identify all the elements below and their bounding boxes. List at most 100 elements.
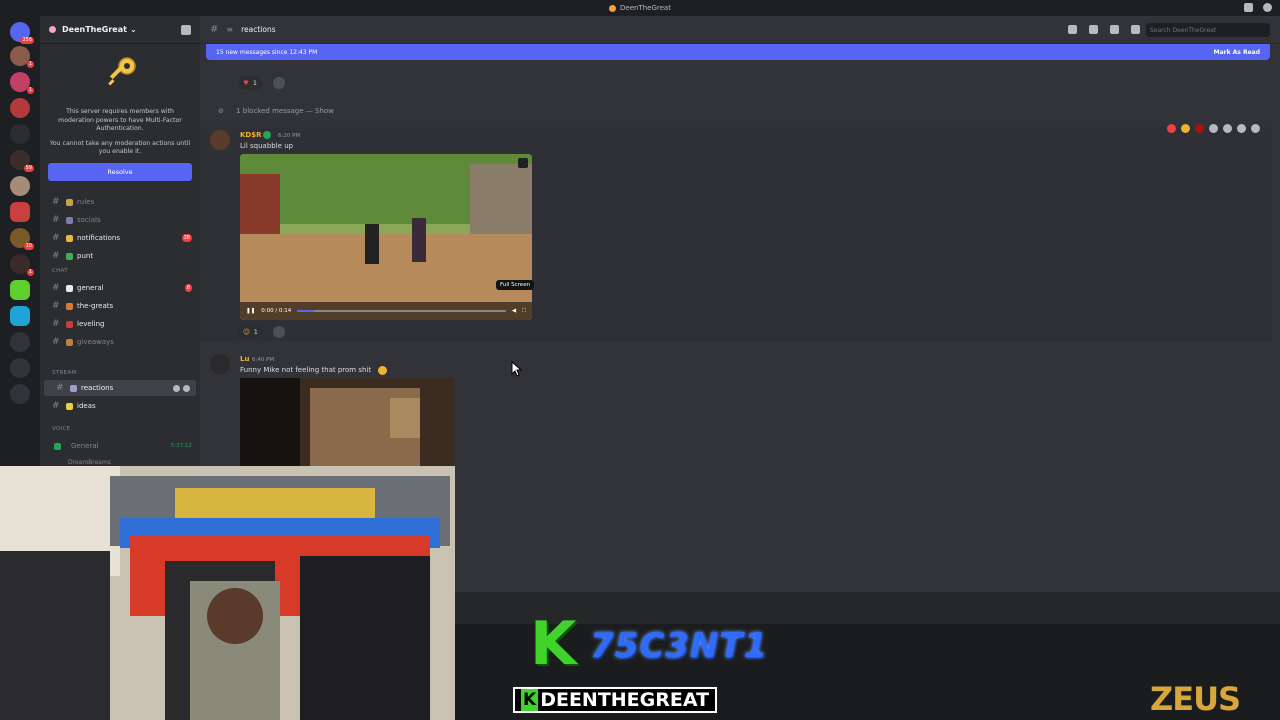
threads-icon[interactable] xyxy=(1068,25,1077,34)
webcam-frame xyxy=(0,466,455,720)
mfa-requirement-text: This server requires members with modera… xyxy=(58,108,182,133)
bell-icon[interactable] xyxy=(181,24,191,35)
hash-icon: # xyxy=(52,319,60,329)
reply-icon[interactable] xyxy=(1223,124,1232,133)
server-icon[interactable] xyxy=(10,124,30,144)
avatar[interactable] xyxy=(210,130,230,150)
new-messages-text: 15 new messages since 12:43 PM xyxy=(216,48,318,56)
channel-notifications[interactable]: # notifications 38 xyxy=(40,230,200,246)
channel-rules[interactable]: # rules xyxy=(40,194,200,210)
voice-duration: 5:37:12 xyxy=(170,443,192,449)
author-name[interactable]: KD$R xyxy=(240,131,262,139)
server-badge: 1 xyxy=(26,61,34,68)
server-badge: 1 xyxy=(26,269,34,276)
download-icon[interactable] xyxy=(518,158,528,168)
blocked-text: 1 blocked message — xyxy=(236,107,313,115)
window-titlebar: DeenTheGreat xyxy=(0,0,1280,16)
help-icon[interactable] xyxy=(1263,3,1272,12)
pin-icon[interactable] xyxy=(1110,25,1119,34)
money-icon xyxy=(66,252,73,260)
inbox-icon[interactable] xyxy=(1244,3,1253,12)
home-icon[interactable]: 256 xyxy=(10,22,34,44)
forward-icon[interactable] xyxy=(1237,124,1246,133)
channel-punt[interactable]: # punt xyxy=(40,248,200,264)
channel-label: punt xyxy=(77,252,94,260)
notification-settings-icon[interactable] xyxy=(1089,25,1098,34)
pause-icon[interactable]: ❚❚ xyxy=(246,308,255,314)
author-name[interactable]: Lu xyxy=(240,355,249,363)
video-player[interactable]: ❚❚ 0:00 / 0:14 ◀ ⛶ xyxy=(240,154,532,320)
channel-label: General xyxy=(71,442,99,450)
search-input[interactable] xyxy=(1146,23,1270,37)
app-icon xyxy=(609,4,617,12)
channel-the-greats[interactable]: # the-greats xyxy=(40,298,200,314)
threads-icon: ≡ xyxy=(226,25,234,34)
volume-icon[interactable]: ◀ xyxy=(512,308,516,314)
members-icon[interactable] xyxy=(1131,25,1140,34)
server-badge: 256 xyxy=(20,37,34,44)
channel-label: reactions xyxy=(81,384,114,392)
channel-sidebar: DeenTheGreat ⌄ This server requires memb… xyxy=(40,16,200,466)
channel-giveaways[interactable]: # giveaways xyxy=(40,334,200,350)
heart-icon[interactable] xyxy=(1167,124,1176,133)
mfa-restriction-text: You cannot take any moderation actions u… xyxy=(49,139,191,156)
channel-socials[interactable]: # socials xyxy=(40,212,200,228)
channel-label: giveaways xyxy=(77,338,114,346)
channel-label: leveling xyxy=(77,320,105,328)
laugh-reaction[interactable]: ☺ 1 xyxy=(238,325,263,339)
category-chat[interactable]: CHAT xyxy=(52,268,68,274)
add-member-icon[interactable] xyxy=(173,384,180,392)
add-reaction-icon[interactable] xyxy=(273,326,285,338)
channel-label: ideas xyxy=(77,402,96,410)
video-progress[interactable] xyxy=(297,310,506,312)
server-icon[interactable] xyxy=(10,280,30,300)
server-icon[interactable] xyxy=(10,176,30,196)
hash-icon: # xyxy=(52,337,60,347)
server-icon[interactable] xyxy=(10,306,30,326)
settings-icon[interactable] xyxy=(183,384,190,392)
message-text: Funny Mike not feeling that prom shit xyxy=(240,366,372,374)
mouse-cursor-icon xyxy=(511,361,523,377)
channel-general[interactable]: # general 8 xyxy=(40,280,200,296)
avatar[interactable] xyxy=(210,354,230,374)
server-icon[interactable]: 59 xyxy=(10,150,34,172)
channel-reactions[interactable]: # reactions xyxy=(44,380,196,396)
header-tools xyxy=(1068,25,1140,34)
mark-as-read-button[interactable]: Mark As Read xyxy=(1214,49,1260,56)
gift-icon xyxy=(66,338,73,346)
server-icon[interactable] xyxy=(10,98,30,118)
resolve-button[interactable]: Resolve xyxy=(48,162,192,181)
channel-header: # ≡ reactions xyxy=(200,16,1280,44)
voice-channel-general[interactable]: General 5:37:12 xyxy=(40,438,200,454)
add-server-icon[interactable] xyxy=(10,332,30,352)
server-icon[interactable]: 10 xyxy=(10,228,34,250)
k-logo: K xyxy=(530,609,577,679)
image-attachment[interactable] xyxy=(240,378,454,468)
more-icon[interactable] xyxy=(1251,124,1260,133)
add-reaction-icon[interactable] xyxy=(273,77,285,89)
hash-icon: # xyxy=(52,301,60,311)
server-icon[interactable]: 1 xyxy=(10,254,34,276)
add-reaction-icon[interactable] xyxy=(1209,124,1218,133)
heart-reaction[interactable]: ♥ 1 xyxy=(238,76,262,90)
channel-label: the-greats xyxy=(77,302,114,310)
heart-icon: ♥ xyxy=(243,79,249,87)
explore-icon[interactable] xyxy=(10,358,30,378)
heart-broken-icon[interactable] xyxy=(1195,124,1204,133)
download-icon[interactable] xyxy=(10,384,30,404)
channel-ideas[interactable]: # ideas xyxy=(40,398,200,414)
fullscreen-icon[interactable]: ⛶ xyxy=(522,308,526,315)
guild-header[interactable]: DeenTheGreat ⌄ xyxy=(40,16,200,44)
server-icon[interactable]: 1 xyxy=(10,46,34,68)
laugh-icon[interactable] xyxy=(1181,124,1190,133)
show-blocked-link[interactable]: Show xyxy=(315,107,334,115)
channel-label: rules xyxy=(77,198,95,206)
server-icon[interactable]: 1 xyxy=(10,72,34,94)
new-messages-bar[interactable]: 15 new messages since 12:43 PM Mark As R… xyxy=(206,44,1270,60)
server-badge: 1 xyxy=(26,87,34,94)
server-icon[interactable] xyxy=(10,202,30,222)
blocked-message: ⊘ 1 blocked message — Show xyxy=(218,107,334,115)
category-voice[interactable]: VOICE xyxy=(52,426,70,432)
category-stream[interactable]: STREAM xyxy=(52,370,76,376)
channel-leveling[interactable]: # leveling xyxy=(40,316,200,332)
